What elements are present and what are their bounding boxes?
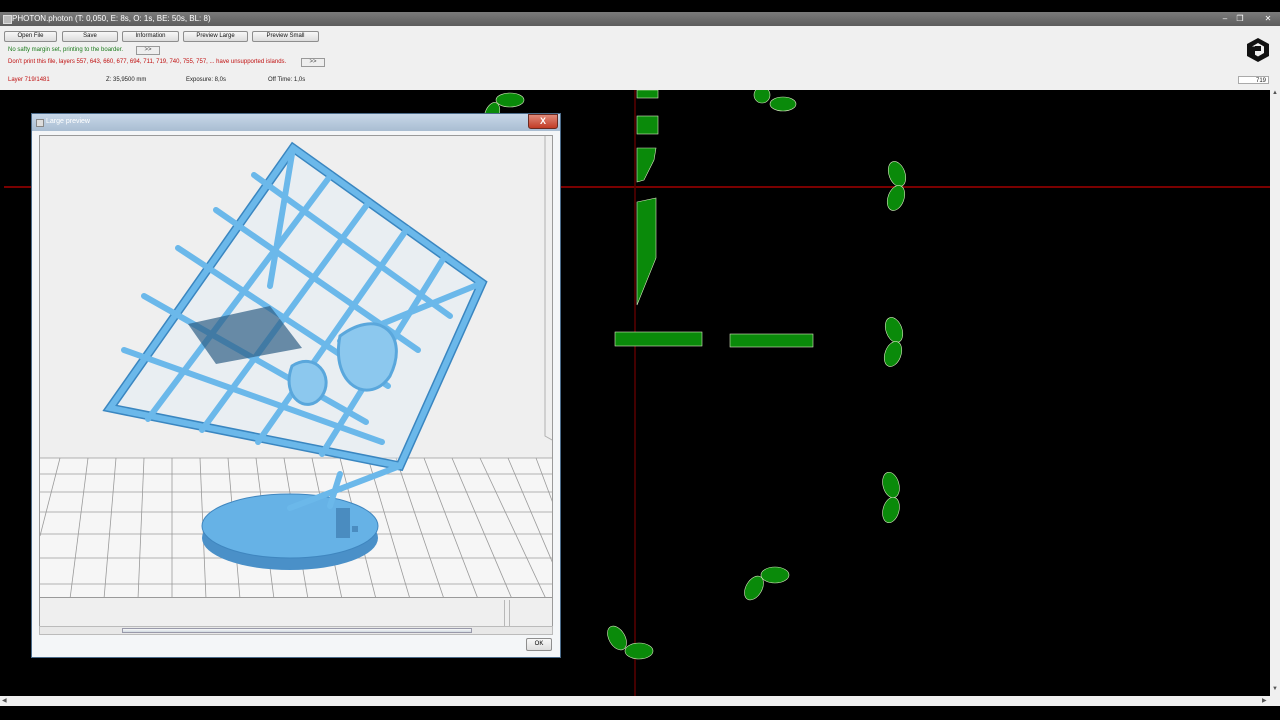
preview-scroll-thumb[interactable] [122, 628, 472, 633]
dialog-titlebar[interactable]: Large preview [32, 114, 560, 131]
information-button[interactable]: Information [122, 31, 179, 42]
z-height-status: Z: 35,9500 mm [106, 77, 147, 83]
app-icon [3, 15, 12, 24]
model-3d-preview [40, 136, 552, 597]
preview-small-button[interactable]: Preview Small [252, 31, 319, 42]
render-footer [39, 598, 553, 626]
preview-horizontal-scrollbar[interactable] [39, 626, 553, 635]
preview-large-button[interactable]: Preview Large [183, 31, 248, 42]
horizontal-scrollbar[interactable]: ◀ ▶ [0, 696, 1280, 706]
save-button[interactable]: Save [62, 31, 118, 42]
ok-button[interactable]: OK [526, 638, 552, 651]
dialog-title: Large preview [46, 118, 90, 125]
dialog-app-icon [36, 119, 44, 127]
large-preview-dialog: Large preview X OK [31, 113, 561, 658]
islands-details-button[interactable]: >> [301, 58, 325, 67]
model-render-view[interactable] [39, 135, 553, 598]
window-titlebar: PHOTON.photon (T: 0,050, E: 8s, O: 1s, B… [0, 12, 1280, 26]
maximize-icon[interactable]: ❐ [1234, 14, 1246, 23]
open-file-button[interactable]: Open File [4, 31, 57, 42]
minimize-icon[interactable]: – [1219, 14, 1231, 23]
islands-warning: Don't print this file, layers 557, 643, … [8, 59, 287, 65]
scroll-right-icon[interactable]: ▶ [1262, 697, 1267, 704]
exposure-status: Exposure: 8,0s [186, 77, 227, 83]
dialog-close-button[interactable]: X [528, 114, 558, 129]
margin-details-button[interactable]: >> [136, 46, 160, 55]
scroll-down-icon[interactable]: ▼ [1272, 686, 1278, 692]
window-title: PHOTON.photon (T: 0,050, E: 8s, O: 1s, B… [12, 14, 211, 23]
margin-warning: No safty margin set, printing to the boa… [8, 47, 124, 53]
off-time-status: Off Time: 1,0s [268, 77, 306, 83]
close-icon[interactable]: ✕ [1262, 14, 1274, 23]
scroll-left-icon[interactable]: ◀ [2, 697, 7, 704]
layer-status: Layer 719/1481 [8, 77, 50, 83]
toolbar-panel: Open File Save Information Preview Large… [0, 26, 1280, 90]
scroll-up-icon[interactable]: ▲ [1272, 90, 1278, 96]
photon-logo-icon [1247, 38, 1269, 62]
vertical-scrollbar[interactable]: ▲ ▼ [1270, 90, 1280, 696]
bottom-strip [0, 706, 1280, 720]
model-cube-lattice [102, 141, 488, 511]
layer-number-input[interactable]: 719 [1238, 76, 1269, 84]
